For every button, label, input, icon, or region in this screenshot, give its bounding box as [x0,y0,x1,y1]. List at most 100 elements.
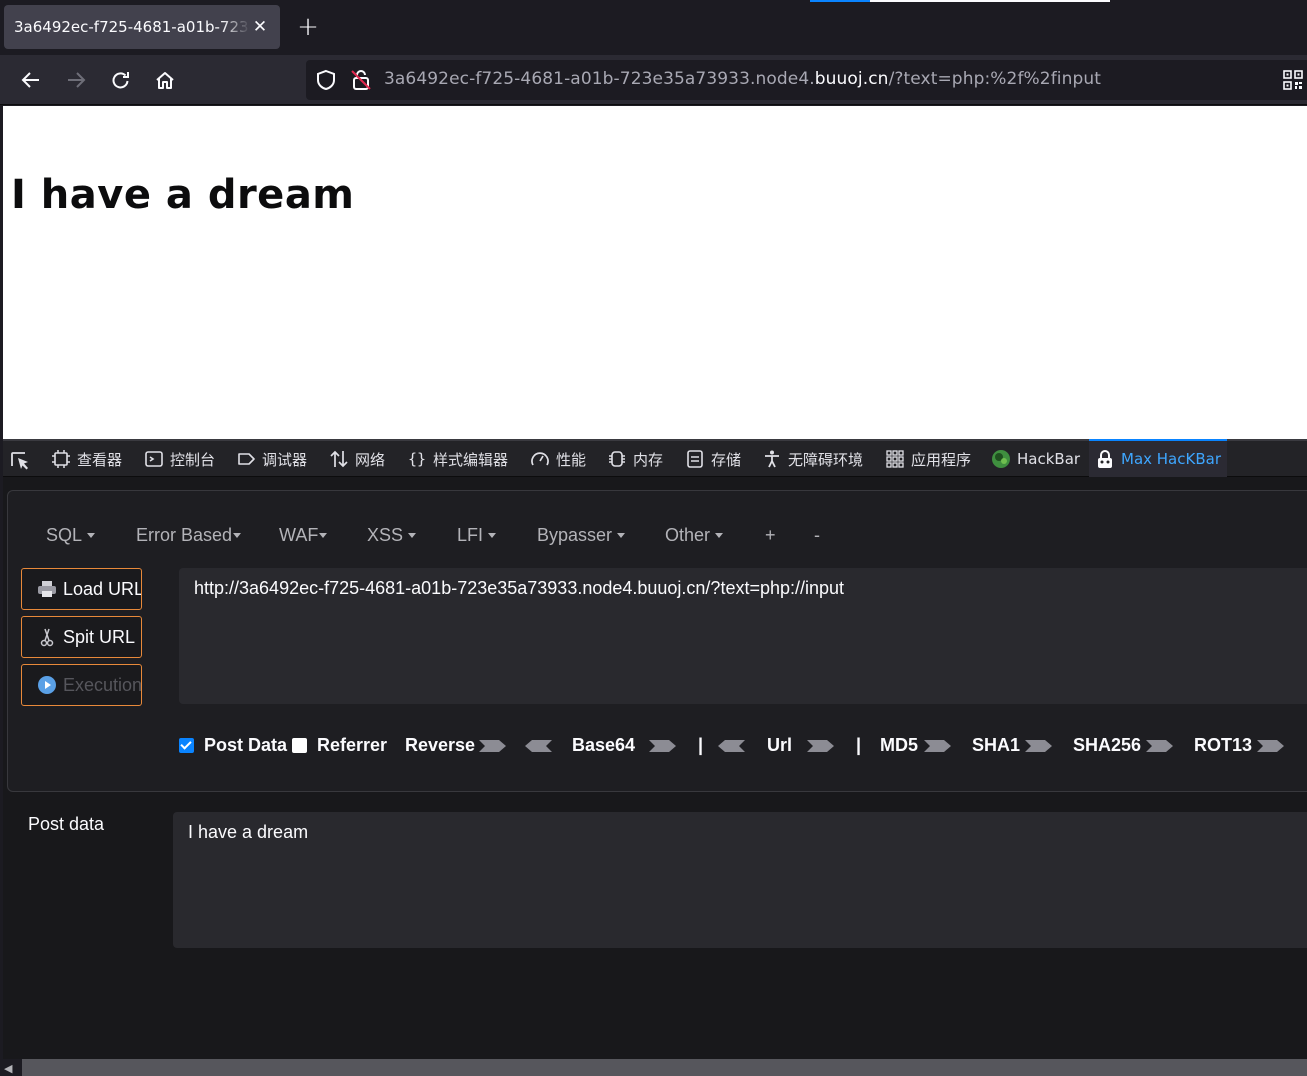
sha1-button[interactable]: SHA1 [972,732,1020,758]
devtools-toolbar: 查看器 控制台 调试器 网络 {} 样式编辑器 性能 内存 存储 无障碍环境 应… [3,439,1307,477]
page-heading: I have a dream [11,172,355,218]
chevron-right-icon[interactable] [649,739,677,753]
separator-label: | [698,734,704,755]
tab-label: 存储 [711,450,742,469]
tab-hackbar[interactable]: HackBar [991,441,1080,477]
chevron-right-icon[interactable] [924,739,952,753]
menu-label: + [765,525,776,545]
tab-storage[interactable]: 存储 [685,441,741,477]
menu-plus[interactable]: + [765,525,776,546]
tab-performance[interactable]: 性能 [530,441,586,477]
printer-icon [38,581,56,597]
md5-button[interactable]: MD5 [880,732,918,758]
reload-button[interactable] [105,64,137,96]
chevron-left-icon[interactable] [717,739,745,753]
menu-error-based[interactable]: Error Based [136,525,242,546]
storage-icon [687,450,703,468]
menu-bypasser[interactable]: Bypasser [537,525,626,546]
menu-minus[interactable]: - [814,525,820,546]
new-tab-button[interactable]: + [292,12,324,44]
qr-code-icon[interactable] [1283,70,1303,90]
tab-memory[interactable]: 内存 [607,441,663,477]
chevron-left-icon[interactable] [524,739,552,753]
chevron-right-icon[interactable] [1146,739,1174,753]
menu-label: Other [665,525,711,545]
tab-debugger[interactable]: 调试器 [236,441,307,477]
url-textarea[interactable]: http://3a6492ec-f725-4681-a01b-723e35a73… [179,568,1307,704]
separator: | [698,732,703,758]
split-url-button[interactable]: Spit URL [21,616,142,658]
url-encode-button[interactable]: Url [767,732,792,758]
tab-max-hackbar[interactable]: Max HacKBar [1089,439,1227,477]
caret-down-icon [233,532,242,538]
plus-icon: + [297,12,319,42]
tab-label: 无障碍环境 [788,450,864,469]
caret-down-icon [488,532,497,538]
debugger-icon [238,453,255,465]
chevron-right-icon[interactable] [1025,739,1053,753]
tab-application[interactable]: 应用程序 [885,441,971,477]
menu-sql[interactable]: SQL [46,525,96,546]
separator: | [856,732,861,758]
url-value: http://3a6492ec-f725-4681-a01b-723e35a73… [194,578,845,598]
post-data-textarea[interactable]: I have a dream [173,812,1307,948]
base64-button[interactable]: Base64 [572,732,635,758]
execution-button[interactable]: Execution [21,664,142,706]
post-data-value: I have a dream [188,822,309,842]
hackbar-main-box: SQL Error Based WAF XSS LFI Bypasser Oth… [7,490,1307,792]
tab-accessibility[interactable]: 无障碍环境 [762,441,863,477]
horizontal-scrollbar[interactable]: ◀ [0,1059,1307,1076]
chevron-right-icon[interactable] [479,739,507,753]
post-data-checkbox[interactable] [179,737,194,753]
load-url-button[interactable]: Load URL [21,568,142,610]
arrow-left-icon [21,72,39,88]
separator-label: | [856,734,862,755]
tab-label: 样式编辑器 [433,450,509,469]
back-button[interactable] [15,64,47,96]
tab-inspector[interactable]: 查看器 [51,441,122,477]
address-bar[interactable]: 3a6492ec-f725-4681-a01b-723e35a73933.nod… [306,60,1307,100]
chevron-right-icon[interactable] [807,739,835,753]
menu-xss[interactable]: XSS [367,525,417,546]
browser-tab[interactable]: 3a6492ec-f725-4681-a01b-723e35a73933.nod… [4,5,280,49]
tab-label: 网络 [355,450,386,469]
url-suffix: /?text=php:%2f%2finput [888,69,1102,89]
url-label: Url [767,734,793,755]
svg-text:{}: {} [408,450,426,468]
home-icon [156,72,174,89]
chevron-right-icon[interactable] [1257,739,1285,753]
url-prefix: 3a6492ec-f725-4681-a01b-723e35a73933.nod… [384,69,815,89]
rot13-button[interactable]: ROT13 [1194,732,1252,758]
tab-network[interactable]: 网络 [329,441,385,477]
style-editor-icon: {} [408,450,426,468]
menu-waf[interactable]: WAF [279,525,328,546]
tab-label: 调试器 [262,450,308,469]
tab-label: 应用程序 [911,450,972,469]
insecure-lock-icon[interactable] [349,68,373,92]
tab-label: 内存 [633,450,664,469]
accessibility-icon [765,450,779,468]
home-button[interactable] [149,64,181,96]
menu-other[interactable]: Other [665,525,724,546]
referrer-option[interactable]: Referrer [292,732,387,758]
close-icon[interactable]: ✕ [250,17,270,37]
referrer-checkbox[interactable] [292,737,307,753]
tab-style-editor[interactable]: {} 样式编辑器 [407,441,508,477]
shield-icon[interactable] [315,69,337,91]
forward-button[interactable] [60,64,92,96]
menu-lfi[interactable]: LFI [457,525,497,546]
inspector-icon [52,450,70,468]
scroll-left-icon[interactable]: ◀ [4,1062,12,1075]
tab-console[interactable]: 控制台 [144,441,215,477]
post-data-option[interactable]: Post Data [179,732,287,758]
reverse-label: Reverse [405,734,476,755]
loading-indicator-track [870,0,1110,2]
sha256-button[interactable]: SHA256 [1073,732,1141,758]
reverse-button[interactable]: Reverse [405,732,475,758]
menu-label: LFI [457,525,484,545]
performance-icon [531,452,549,466]
md5-label: MD5 [880,734,919,755]
scrollbar-thumb[interactable] [22,1059,1307,1076]
post-data-heading: Post data [28,814,105,834]
element-picker-icon[interactable] [9,450,31,472]
